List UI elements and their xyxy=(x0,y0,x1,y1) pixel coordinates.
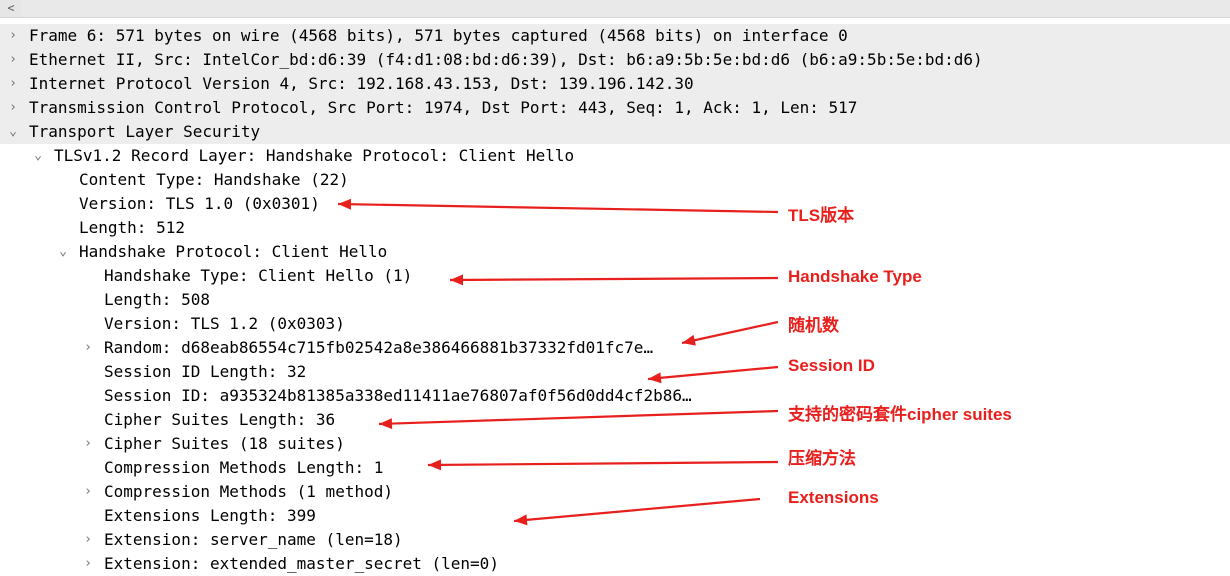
tree-row[interactable]: Length: 512 xyxy=(0,216,1230,240)
tree-row-label: Extension: extended_master_secret (len=0… xyxy=(104,554,499,573)
tree-row[interactable]: › Extension: extended_master_secret (len=… xyxy=(0,552,1230,576)
tree-row-label: Session ID: a935324b81385a338ed11411ae76… xyxy=(104,386,692,405)
chevron-right-icon[interactable]: › xyxy=(81,552,95,576)
tree-row-label: TLSv1.2 Record Layer: Handshake Protocol… xyxy=(54,146,575,165)
tree-row[interactable]: Cipher Suites Length: 36 xyxy=(0,408,1230,432)
tree-row-label: Random: d68eab86554c715fb02542a8e3864668… xyxy=(104,338,654,357)
tree-row-label: Handshake Protocol: Client Hello xyxy=(79,242,388,261)
scrollbar-track[interactable] xyxy=(22,0,1230,17)
annotation-label: Session ID xyxy=(788,356,875,375)
tree-row[interactable]: Length: 508 xyxy=(0,288,1230,312)
tree-row-label: Transmission Control Protocol, Src Port:… xyxy=(29,98,858,117)
tree-row-label: Compression Methods (1 method) xyxy=(104,482,393,501)
annotation-label: 随机数 xyxy=(788,316,839,335)
annotation-label: Handshake Type xyxy=(788,267,922,286)
tree-row-label: Content Type: Handshake (22) xyxy=(79,170,349,189)
tree-row[interactable]: ⌄ TLSv1.2 Record Layer: Handshake Protoco… xyxy=(0,144,1230,168)
chevron-down-icon[interactable]: ⌄ xyxy=(31,144,45,168)
tree-row[interactable]: Content Type: Handshake (22) xyxy=(0,168,1230,192)
horizontal-scrollbar[interactable]: < xyxy=(0,0,1230,18)
tree-row-label: Frame 6: 571 bytes on wire (4568 bits), … xyxy=(29,26,848,45)
tree-row[interactable]: › Compression Methods (1 method) xyxy=(0,480,1230,504)
tree-row-label: Extension: server_name (len=18) xyxy=(104,530,403,549)
chevron-right-icon[interactable]: › xyxy=(81,480,95,504)
tree-row-label: Transport Layer Security xyxy=(29,122,261,141)
tree-row[interactable]: › Internet Protocol Version 4, Src: 192.1… xyxy=(0,72,1230,96)
tree-row[interactable]: › Random: d68eab86554c715fb02542a8e386466… xyxy=(0,336,1230,360)
tree-row-label: Internet Protocol Version 4, Src: 192.16… xyxy=(29,74,694,93)
tree-row[interactable]: Version: TLS 1.2 (0x0303) xyxy=(0,312,1230,336)
tree-row-label: Ethernet II, Src: IntelCor_bd:d6:39 (f4:… xyxy=(29,50,983,69)
tree-row-label: Version: TLS 1.0 (0x0301) xyxy=(79,194,320,213)
tree-row[interactable]: Session ID Length: 32 xyxy=(0,360,1230,384)
chevron-right-icon[interactable]: › xyxy=(81,336,95,360)
tree-row-label: Extensions Length: 399 xyxy=(104,506,316,525)
chevron-down-icon[interactable]: ⌄ xyxy=(56,240,70,264)
tree-row[interactable]: Version: TLS 1.0 (0x0301) xyxy=(0,192,1230,216)
tree-row[interactable]: Compression Methods Length: 1 xyxy=(0,456,1230,480)
tree-row[interactable]: Session ID: a935324b81385a338ed11411ae76… xyxy=(0,384,1230,408)
tree-row-label: Handshake Type: Client Hello (1) xyxy=(104,266,413,285)
packet-details-tree: › Frame 6: 571 bytes on wire (4568 bits),… xyxy=(0,24,1230,576)
chevron-down-icon[interactable]: ⌄ xyxy=(6,120,20,144)
tree-row[interactable]: Extensions Length: 399 xyxy=(0,504,1230,528)
chevron-right-icon[interactable]: › xyxy=(6,72,20,96)
scroll-left-arrow-icon[interactable]: < xyxy=(0,0,22,17)
tree-row[interactable]: › Extension: server_name (len=18) xyxy=(0,528,1230,552)
tree-row[interactable]: › Cipher Suites (18 suites) xyxy=(0,432,1230,456)
chevron-right-icon[interactable]: › xyxy=(6,24,20,48)
tree-row[interactable]: ⌄ Handshake Protocol: Client Hello xyxy=(0,240,1230,264)
chevron-right-icon[interactable]: › xyxy=(6,96,20,120)
annotation-label: 压缩方法 xyxy=(788,449,856,468)
tree-row-label: Length: 512 xyxy=(79,218,185,237)
chevron-right-icon[interactable]: › xyxy=(6,48,20,72)
tree-row-label: Version: TLS 1.2 (0x0303) xyxy=(104,314,345,333)
tree-row-label: Session ID Length: 32 xyxy=(104,362,307,381)
tree-row[interactable]: › Ethernet II, Src: IntelCor_bd:d6:39 (f4… xyxy=(0,48,1230,72)
tree-row[interactable]: › Frame 6: 571 bytes on wire (4568 bits),… xyxy=(0,24,1230,48)
tree-row-label: Cipher Suites Length: 36 xyxy=(104,410,336,429)
tree-row[interactable]: ⌄ Transport Layer Security xyxy=(0,120,1230,144)
annotation-label: 支持的密码套件cipher suites xyxy=(788,405,1012,424)
chevron-right-icon[interactable]: › xyxy=(81,432,95,456)
annotation-label: Extensions xyxy=(788,488,879,507)
annotation-label: TLS版本 xyxy=(788,206,855,225)
tree-row[interactable]: › Transmission Control Protocol, Src Port… xyxy=(0,96,1230,120)
tree-row-label: Compression Methods Length: 1 xyxy=(104,458,384,477)
tree-row[interactable]: Handshake Type: Client Hello (1) xyxy=(0,264,1230,288)
chevron-right-icon[interactable]: › xyxy=(81,528,95,552)
tree-row-label: Cipher Suites (18 suites) xyxy=(104,434,345,453)
tree-row-label: Length: 508 xyxy=(104,290,210,309)
